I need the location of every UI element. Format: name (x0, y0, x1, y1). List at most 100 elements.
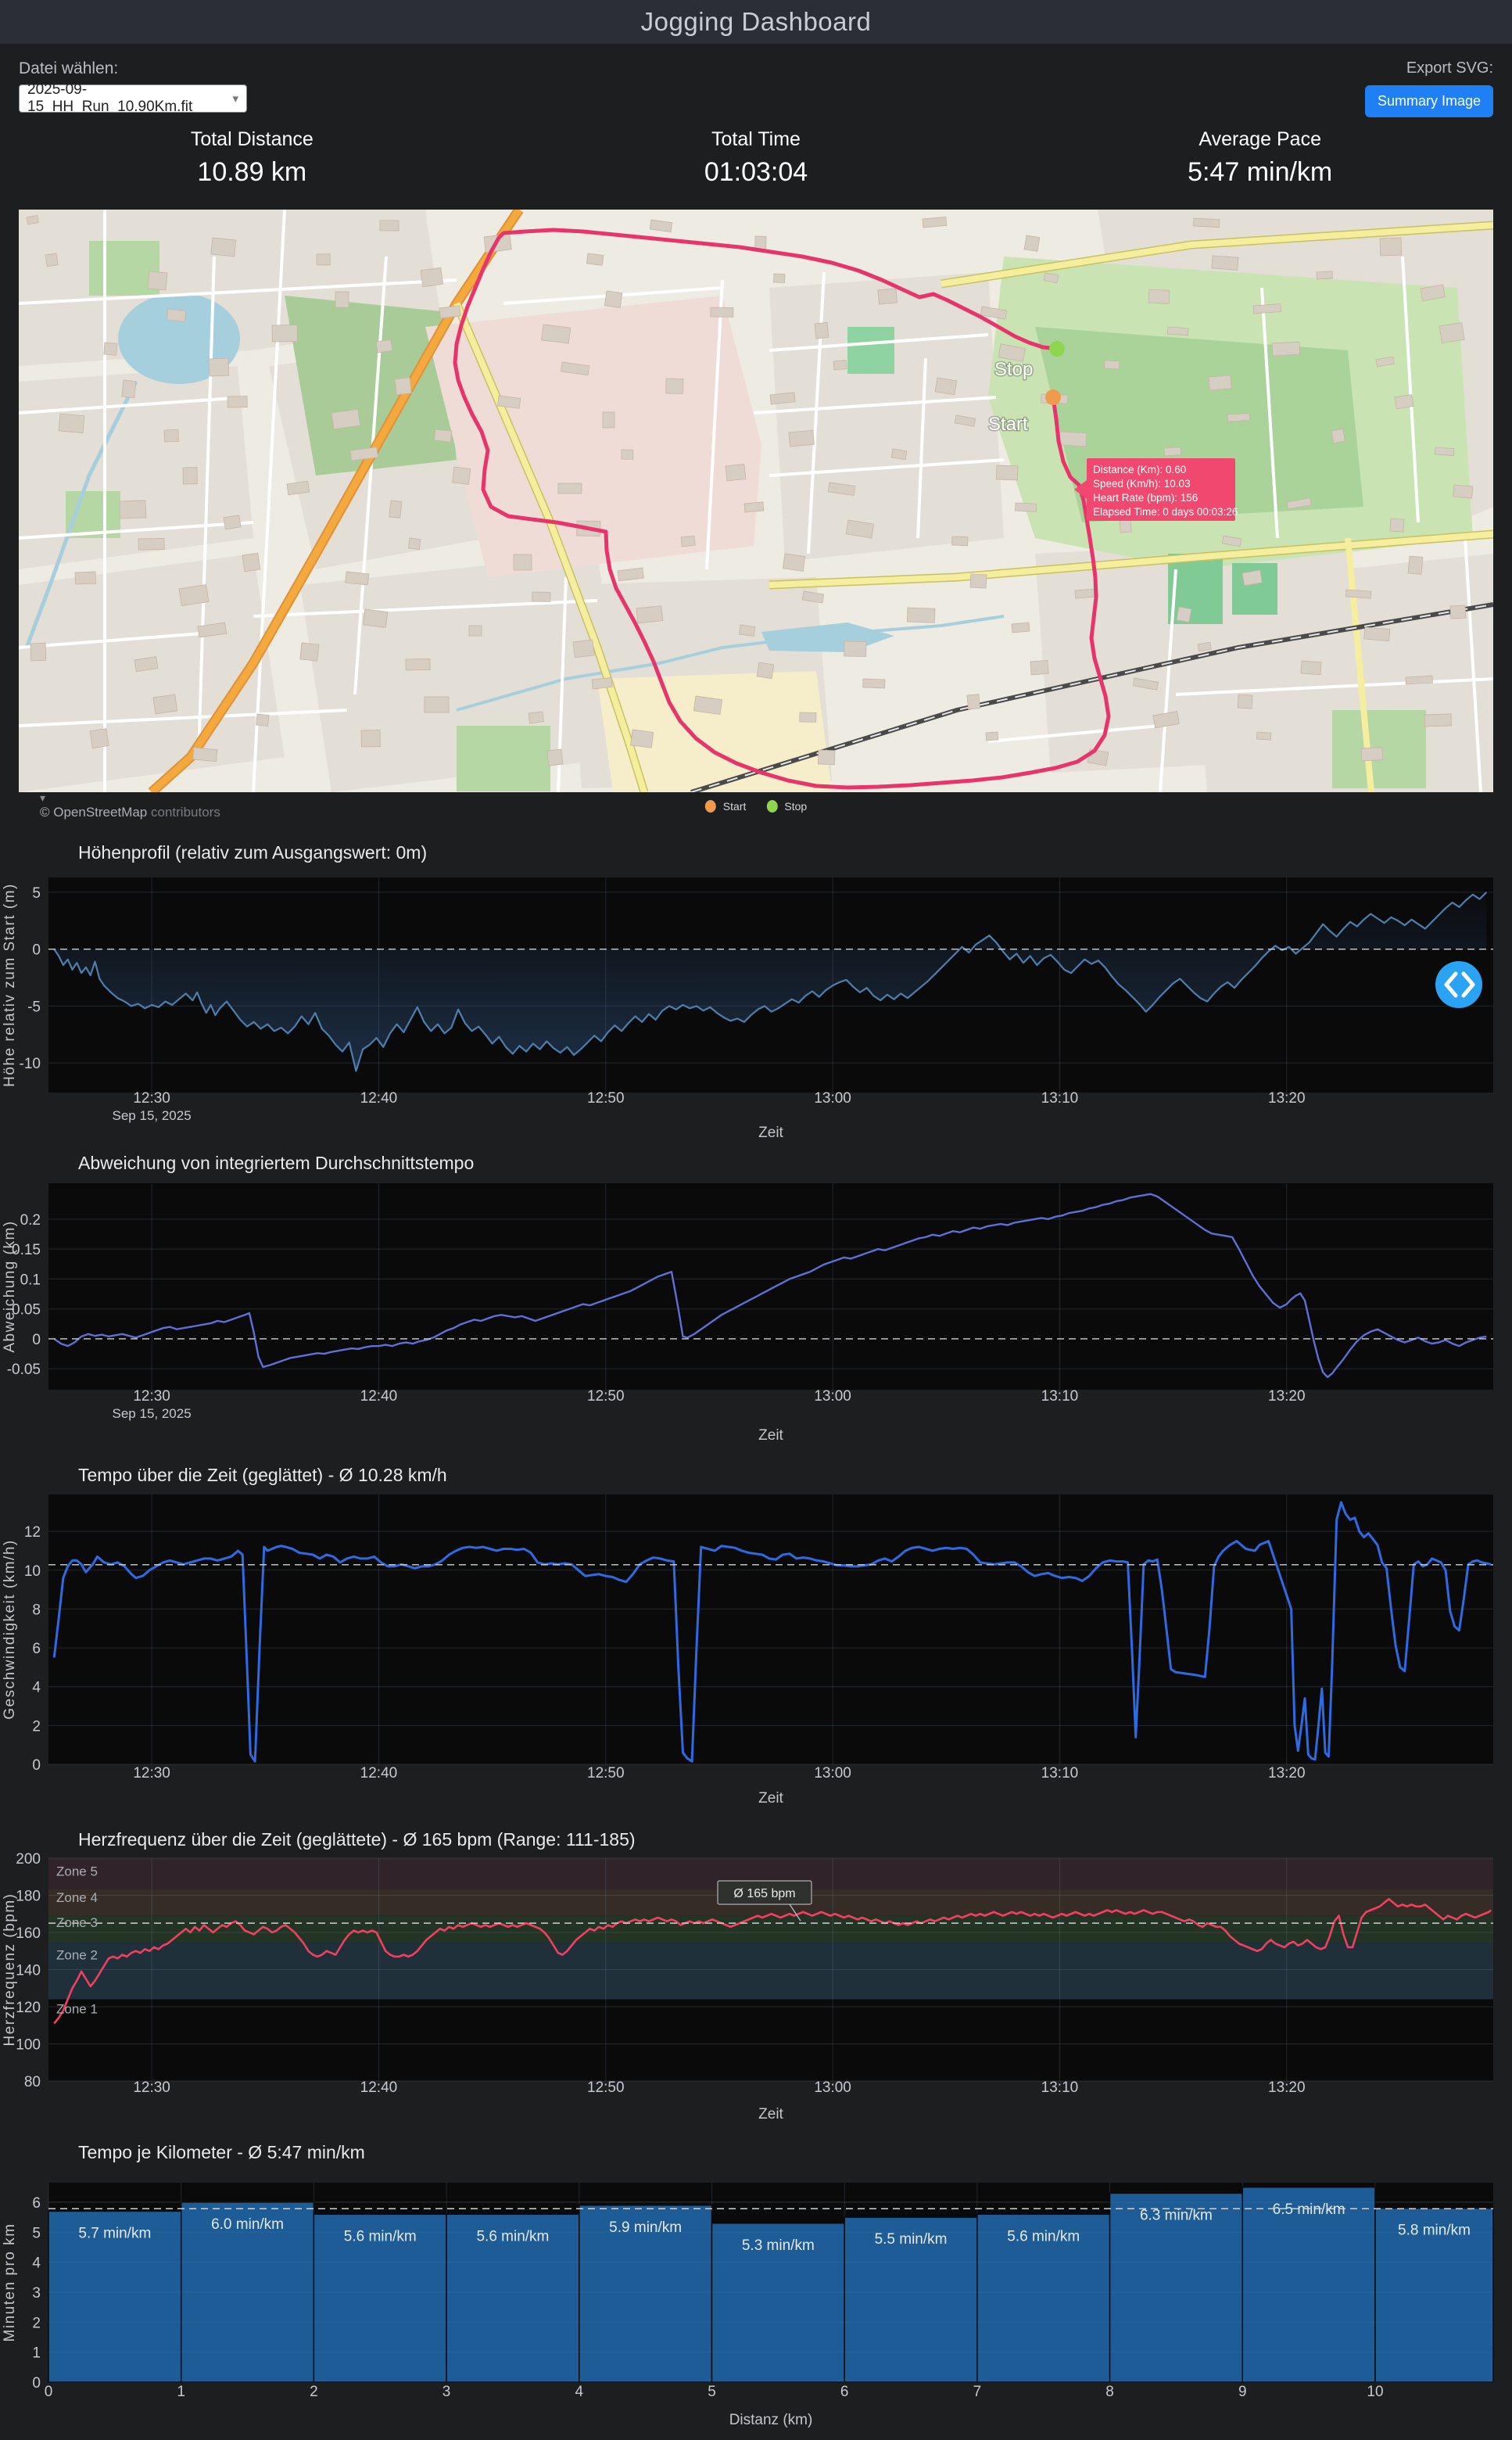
stat-value: 5:47 min/km (1188, 157, 1333, 187)
chart-title-elevation: Höhenprofil (relativ zum Ausgangswert: 0… (78, 842, 428, 863)
x-tick-label: 9 (1238, 2384, 1247, 2400)
x-axis-title: Distanz (km) (729, 2412, 813, 2428)
pan-nav-button[interactable] (1435, 961, 1482, 1008)
x-axis-title: Zeit (758, 1790, 783, 1807)
x-tick-label: 13:20 (1268, 2079, 1306, 2096)
y-tick-label: 0 (32, 2375, 41, 2392)
y-tick-label: 0.1 (20, 1272, 41, 1288)
y-axis-title: Geschwindigkeit (km/h) (2, 1539, 18, 1719)
x-tick-label: 2 (310, 2384, 318, 2400)
x-tick-label: 6 (840, 2384, 849, 2400)
y-tick-label: 0 (32, 1332, 41, 1348)
bar-label: 5.6 min/km (1007, 2228, 1080, 2244)
osm-attribution-link[interactable]: © OpenStreetMap (40, 805, 147, 820)
bar-label: 6.3 min/km (1140, 2207, 1213, 2223)
svg-text:Speed (Km/h): 10.03: Speed (Km/h): 10.03 (1093, 478, 1191, 490)
x-tick-label: 12:50 (587, 1388, 625, 1405)
x-tick-label: 13:20 (1268, 1388, 1306, 1405)
y-tick-label: 200 (16, 1853, 41, 1868)
svg-text:Ø 165 bpm: Ø 165 bpm (733, 1887, 795, 1900)
bar-label: 5.7 min/km (78, 2225, 151, 2241)
bar-label: 5.6 min/km (344, 2228, 417, 2244)
x-tick-label: 12:30 (133, 1090, 170, 1107)
chart-title-deviation: Abweichung von integriertem Durchschnitt… (78, 1153, 475, 1173)
y-tick-label: 140 (16, 1963, 41, 1979)
y-tick-label: 5 (32, 2225, 41, 2241)
file-select-value: 2025-09-15_HH_Run_10.90Km.fit (27, 81, 193, 115)
legend-item-stop[interactable]: Stop (766, 800, 807, 813)
y-tick-label: 100 (16, 2037, 41, 2054)
y-tick-label: 2 (32, 1718, 41, 1735)
y-tick-label: 4 (32, 1680, 41, 1696)
zone-label: Zone 2 (56, 1948, 98, 1963)
start-marker-icon (704, 800, 716, 813)
x-tick-label: 12:30 (133, 1765, 170, 1782)
y-tick-label: 1 (32, 2345, 41, 2362)
x-tick-label: 13:00 (814, 1388, 851, 1405)
map-footer: ▾ © OpenStreetMap contributors Start Sto… (19, 792, 1493, 830)
bar-label: 5.9 min/km (609, 2219, 682, 2236)
y-axis-title: Abweichung (km) (2, 1220, 18, 1352)
x-tick-label: 8 (1105, 2384, 1114, 2400)
stat-value: 01:03:04 (704, 157, 808, 187)
y-axis-title: Herzfrequenz (bpm) (2, 1893, 18, 2047)
x-tick-label: 4 (575, 2384, 583, 2400)
speed-chart[interactable]: 0 2 4 6 8 10 12 12:30 12:40 12:50 13:00 13:10 13:20 Z… (0, 1488, 1512, 1813)
stat-label: Total Distance (190, 128, 314, 150)
x-tick-label: 12:50 (587, 1090, 625, 1107)
x-tick-label: 12:40 (360, 1388, 398, 1405)
pace-per-km-chart[interactable]: 5.7 min/km 6.0 min/km 5.6 min/km 5.6 min/km… (0, 2166, 1512, 2436)
x-tick-label: 12:30 (133, 1388, 170, 1405)
heart-rate-chart[interactable]: Zone 2 Zone 3 Zone 4 Zone 5 Zone 1 80 100 120 14… (0, 1851, 1512, 2130)
file-select-group: Datei wählen: 2025-09-15_HH_Run_10.90Km.… (19, 59, 247, 115)
legend-item-start[interactable]: Start (704, 800, 746, 813)
chart-title-speed: Tempo über die Zeit (geglättet) - Ø 10.2… (78, 1465, 447, 1485)
svg-text:Distance (Km): 0.60: Distance (Km): 0.60 (1093, 464, 1186, 475)
y-tick-label: 12 (24, 1524, 41, 1541)
export-label: Export SVG: (1406, 59, 1493, 77)
x-tick-label: 5 (708, 2384, 716, 2400)
x-axis-title: Zeit (758, 2106, 783, 2122)
bar-label: 5.3 min/km (742, 2237, 815, 2254)
summary-image-button[interactable]: Summary Image (1364, 85, 1493, 117)
zone-label: Zone 5 (56, 1864, 98, 1879)
x-tick-date-label: Sep 15, 2025 (113, 1406, 192, 1421)
y-tick-label: 3 (32, 2285, 41, 2302)
bar-label: 6.5 min/km (1273, 2201, 1345, 2218)
start-marker (1045, 389, 1061, 405)
map-canvas[interactable]: Start Stop Distance (Km): 0.60 Speed (Km/h)… (19, 210, 1493, 792)
x-tick-label: 12:40 (360, 2079, 398, 2096)
y-axis-title: Höhe relativ zum Start (m) (2, 883, 18, 1087)
x-axis-title: Zeit (758, 1427, 783, 1444)
y-tick-label: 5 (32, 885, 41, 902)
stat-average-pace: Average Pace 5:47 min/km (1008, 128, 1512, 199)
x-tick-label: 7 (973, 2384, 982, 2400)
pace-deviation-chart[interactable]: 0.20.150.10.050-0.0512:30Sep 15, 202512:… (0, 1176, 1512, 1450)
route-map[interactable]: Start Stop Distance (Km): 0.60 Speed (Km/h)… (19, 210, 1493, 830)
toolbar: Datei wählen: 2025-09-15_HH_Run_10.90Km.… (0, 44, 1512, 119)
y-tick-label: 6 (32, 1641, 41, 1657)
plot-area (48, 1183, 1493, 1390)
y-tick-label: -5 (27, 999, 41, 1015)
x-tick-label: 13:00 (814, 2079, 851, 2096)
map-legend: Start Stop (704, 800, 807, 813)
y-tick-label: 120 (16, 2000, 41, 2016)
stop-marker (1049, 341, 1065, 357)
bar-label: 6.0 min/km (211, 2216, 284, 2233)
x-tick-label: 13:10 (1041, 1388, 1079, 1405)
stats-row: Total Distance 10.89 km Total Time 01:03… (0, 128, 1512, 199)
stat-total-time: Total Time 01:03:04 (504, 128, 1009, 199)
stat-label: Total Time (711, 128, 801, 150)
x-tick-label: 13:10 (1041, 1765, 1079, 1782)
y-tick-label: 10 (24, 1563, 41, 1580)
y-tick-label: -0.05 (7, 1362, 41, 1378)
x-tick-label: 3 (442, 2384, 451, 2400)
y-axis-title: Minuten pro km (2, 2223, 18, 2342)
zone-label: Zone 1 (56, 2001, 98, 2016)
export-group: Export SVG: Summary Image (1364, 59, 1493, 117)
elevation-chart[interactable]: 5 0 -5 -10 12:30Sep 15, 2025 12:40 12:50 13:00 1… (0, 866, 1512, 1141)
y-tick-label: 0 (32, 1757, 41, 1774)
file-select[interactable]: 2025-09-15_HH_Run_10.90Km.fit ▾ (19, 81, 247, 115)
chart-title-heart-rate: Herzfrequenz über die Zeit (geglättete) … (78, 1829, 636, 1850)
stat-value: 10.89 km (197, 157, 307, 187)
